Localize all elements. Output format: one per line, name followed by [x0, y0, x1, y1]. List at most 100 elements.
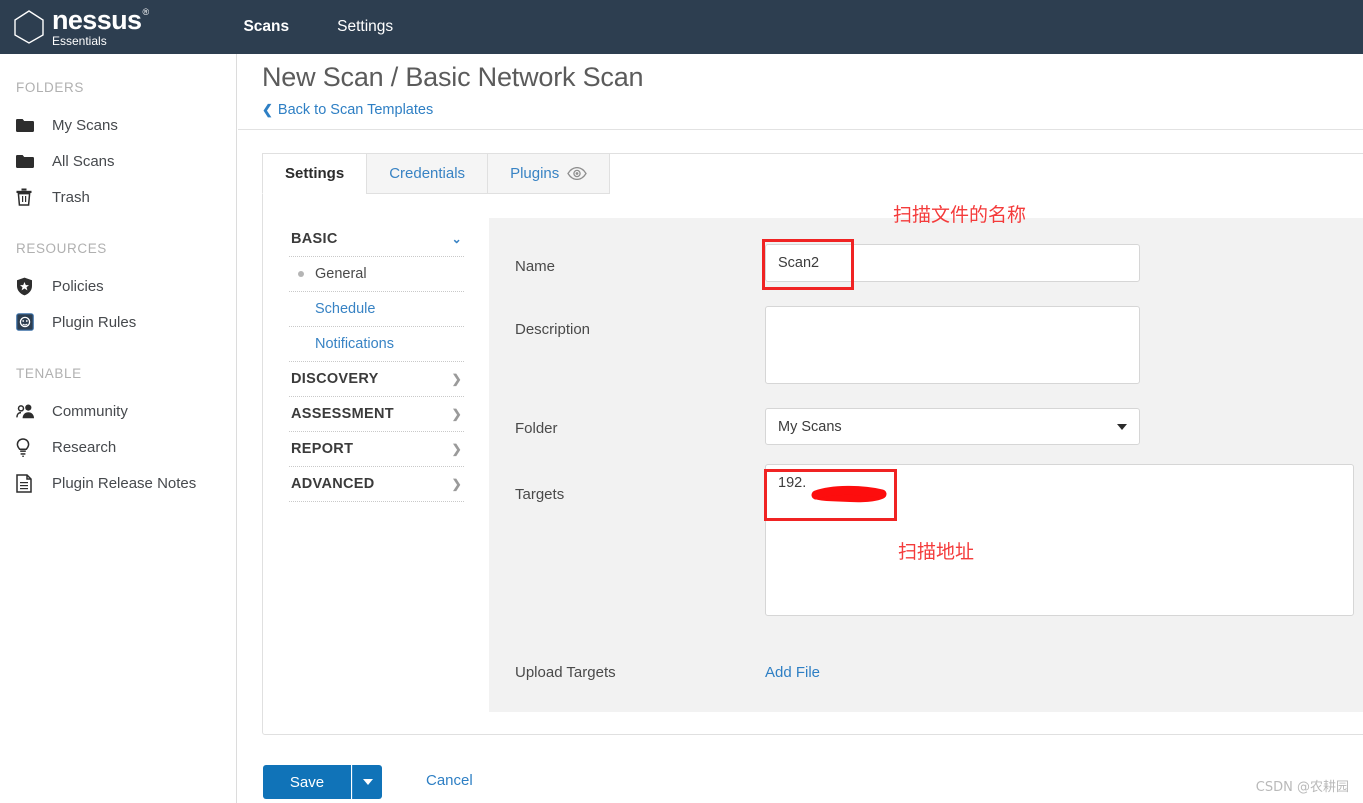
page-header: New Scan / Basic Network Scan ❮ Back to …: [238, 54, 1363, 130]
topnav-item-settings[interactable]: Settings: [313, 18, 417, 36]
page-title: New Scan / Basic Network Scan: [262, 62, 644, 92]
left-sidebar: FOLDERS My Scans All Scans Trash RESOURC…: [0, 54, 237, 803]
sidebar-item-plugin-release-notes[interactable]: Plugin Release Notes: [0, 465, 236, 501]
submenu-header-advanced[interactable]: ADVANCED ❯: [289, 467, 464, 502]
folder-icon: [16, 118, 42, 133]
selected-dot-icon: [298, 271, 304, 277]
submenu-header-report[interactable]: REPORT ❯: [289, 432, 464, 467]
back-to-scan-templates-link[interactable]: ❮ Back to Scan Templates: [262, 102, 433, 118]
submenu-item-label: Schedule: [315, 301, 376, 317]
add-file-link[interactable]: Add File: [765, 664, 820, 681]
submenu-header-label: DISCOVERY: [291, 371, 379, 387]
description-textarea[interactable]: [765, 306, 1140, 384]
name-input[interactable]: Scan2: [765, 244, 1140, 282]
settings-submenu: BASIC ⌄ General Schedule Notifications D…: [289, 222, 464, 502]
tab-label: Plugins: [510, 165, 560, 182]
sidebar-item-label: My Scans: [52, 116, 118, 134]
sidebar-item-label: Community: [52, 402, 128, 420]
top-header-bar: nessus ® Essentials Scans Settings: [0, 0, 1363, 54]
submenu-header-label: BASIC: [291, 231, 338, 247]
eye-icon: [567, 167, 588, 180]
save-button[interactable]: Save: [263, 765, 351, 799]
shield-star-icon: [16, 277, 42, 296]
panel-tabs: Settings Credentials Plugins: [262, 153, 611, 194]
plugin-badge-icon: [16, 313, 42, 331]
hexagon-outline-icon: [12, 9, 46, 45]
trash-icon: [16, 188, 42, 206]
folder-select[interactable]: My Scans: [765, 408, 1140, 445]
chevron-right-icon: ❯: [451, 407, 462, 421]
tab-settings[interactable]: Settings: [262, 153, 368, 194]
users-icon: [16, 403, 42, 419]
sidebar-group-title-folders: FOLDERS: [16, 80, 84, 95]
chevron-right-icon: ❯: [451, 442, 462, 456]
brand-logo[interactable]: nessus ® Essentials: [12, 5, 149, 48]
submenu-header-label: ASSESSMENT: [291, 406, 394, 422]
topnav-item-scans[interactable]: Scans: [219, 18, 313, 36]
submenu-item-label: Notifications: [315, 336, 394, 352]
chevron-left-icon: ❮: [262, 102, 273, 117]
sidebar-group-title-resources: RESOURCES: [16, 241, 107, 256]
chevron-right-icon: ❯: [451, 477, 462, 491]
sidebar-item-label: Plugin Release Notes: [52, 474, 197, 492]
sidebar-item-all-scans[interactable]: All Scans: [0, 143, 236, 179]
folder-label: Folder: [515, 420, 558, 437]
submenu-item-general[interactable]: General: [289, 257, 464, 292]
folder-icon: [16, 154, 42, 169]
submenu-header-assessment[interactable]: ASSESSMENT ❯: [289, 397, 464, 432]
name-input-value: Scan2: [778, 255, 820, 271]
chevron-right-icon: ❯: [451, 372, 462, 386]
sidebar-item-label: All Scans: [52, 152, 115, 170]
nessus-app-window: nessus ® Essentials Scans Settings FOLDER…: [0, 0, 1363, 803]
tab-credentials[interactable]: Credentials: [366, 153, 489, 194]
brand-trademark: ®: [142, 7, 149, 17]
redaction-scribble: [811, 485, 887, 503]
brand-text: nessus ® Essentials: [52, 5, 149, 48]
sidebar-item-plugin-rules[interactable]: Plugin Rules: [0, 304, 236, 340]
submenu-header-label: ADVANCED: [291, 476, 375, 492]
sidebar-item-label: Trash: [52, 188, 90, 206]
tab-label: Credentials: [389, 165, 466, 182]
back-link-label: Back to Scan Templates: [277, 102, 434, 118]
cancel-button[interactable]: Cancel: [426, 772, 473, 789]
scan-settings-form: Name Scan2 Description Folder My Scans T…: [489, 218, 1363, 712]
sidebar-item-policies[interactable]: Policies: [0, 268, 236, 304]
sidebar-item-label: Research: [52, 438, 117, 456]
submenu-header-label: REPORT: [291, 441, 354, 457]
name-label: Name: [515, 258, 556, 275]
brand-name-text: nessus: [52, 5, 142, 35]
caret-down-icon: [1117, 423, 1127, 430]
sidebar-item-label: Policies: [52, 277, 104, 295]
chevron-down-icon: ⌄: [451, 232, 462, 246]
upload-targets-label: Upload Targets: [515, 664, 616, 681]
tab-plugins[interactable]: Plugins: [487, 153, 611, 194]
targets-value: 192.: [778, 475, 807, 491]
sidebar-item-my-scans[interactable]: My Scans: [0, 107, 236, 143]
brand-edition: Essentials: [52, 34, 107, 48]
tab-label: Settings: [285, 165, 345, 182]
top-navigation: Scans Settings: [219, 18, 417, 36]
annotation-label-targets: 扫描地址: [898, 541, 975, 563]
submenu-header-basic[interactable]: BASIC ⌄: [289, 222, 464, 257]
brand-name: nessus ®: [52, 5, 149, 35]
folder-select-value: My Scans: [778, 418, 842, 435]
submenu-item-schedule[interactable]: Schedule: [289, 292, 464, 327]
sidebar-item-research[interactable]: Research: [0, 429, 236, 465]
sidebar-item-community[interactable]: Community: [0, 393, 236, 429]
submenu-item-label: General: [315, 266, 367, 282]
targets-label: Targets: [515, 486, 565, 503]
annotation-label-name: 扫描文件的名称: [893, 204, 1027, 226]
description-label: Description: [515, 321, 591, 338]
submenu-item-notifications[interactable]: Notifications: [289, 327, 464, 362]
sidebar-item-label: Plugin Rules: [52, 313, 137, 331]
sidebar-group-title-tenable: TENABLE: [16, 366, 82, 381]
sidebar-item-trash[interactable]: Trash: [0, 179, 236, 215]
watermark: CSDN @农耕园: [1255, 780, 1349, 795]
caret-down-icon: [362, 779, 373, 785]
submenu-header-discovery[interactable]: DISCOVERY ❯: [289, 362, 464, 397]
lightbulb-icon: [16, 437, 42, 457]
save-dropdown-button[interactable]: [352, 765, 382, 799]
document-icon: [16, 473, 42, 493]
